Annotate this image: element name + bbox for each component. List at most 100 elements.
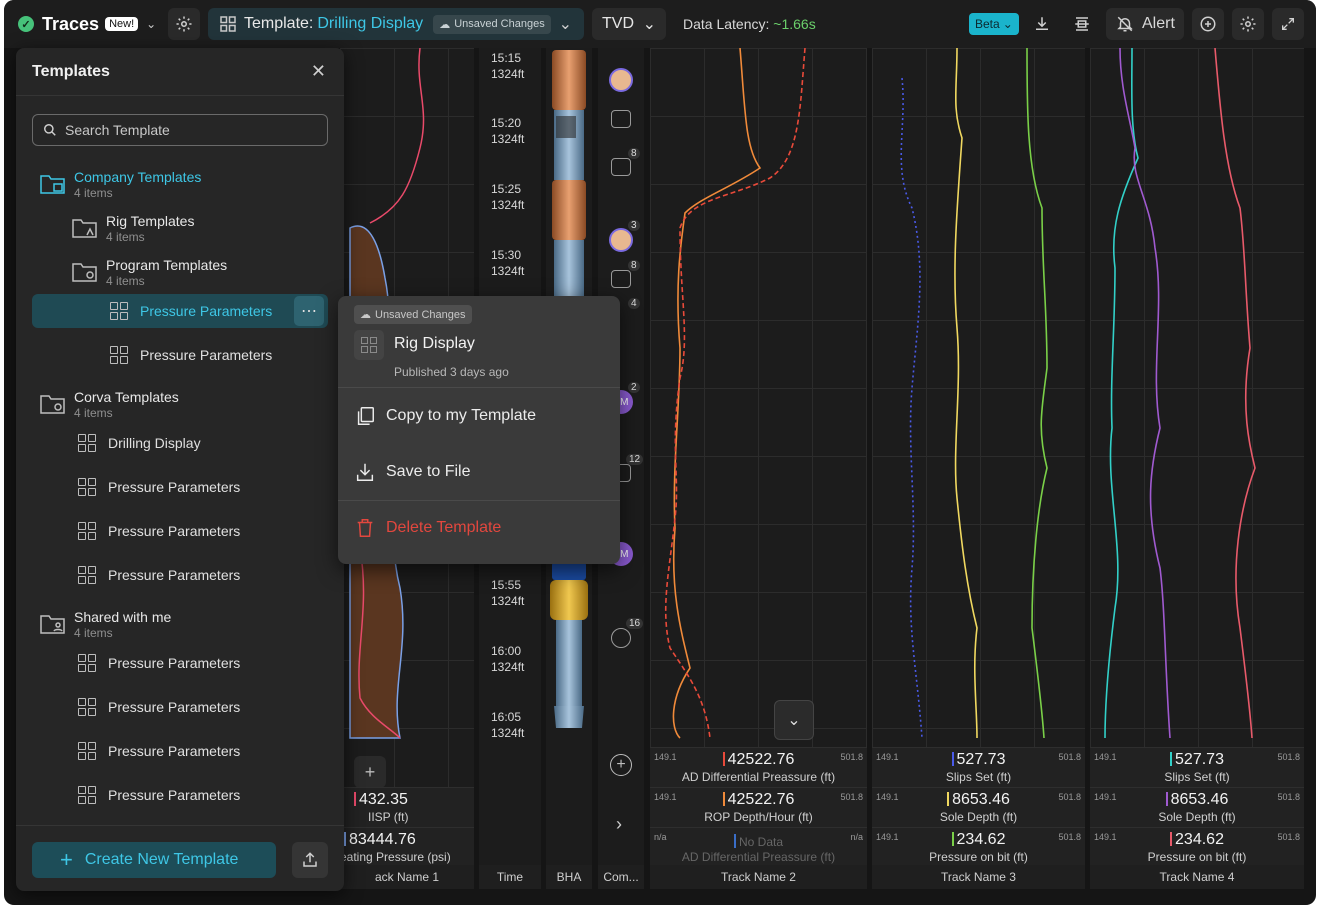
template-name: Pressure Parameters [108, 655, 241, 671]
track-2-readout-1[interactable]: 149.1 501.8 42522.76 AD Differential Pre… [650, 747, 867, 787]
expand-icon [1282, 18, 1294, 30]
template-item[interactable]: Pressure Parameters [110, 339, 272, 371]
time-tick: 15:30 1324ft [491, 247, 524, 279]
template-item[interactable]: Pressure Parameters [78, 559, 240, 591]
search-icon [44, 124, 56, 136]
upload-button[interactable] [292, 842, 328, 878]
comment-icon[interactable] [611, 110, 631, 128]
time-column-name: Time [496, 870, 524, 884]
avatar[interactable] [609, 68, 633, 92]
track-4: 149.1 501.8 527.73 Slips Set (ft) 149.1 … [1090, 48, 1304, 889]
bha-column-name: BHA [556, 870, 582, 884]
menu-item-label: Save to File [386, 463, 471, 480]
track-4-readout-1[interactable]: 149.1 501.8 527.73 Slips Set (ft) [1090, 747, 1304, 787]
color-swatch [733, 834, 736, 848]
color-swatch [1170, 832, 1173, 846]
add-button[interactable] [1192, 8, 1224, 40]
fullscreen-button[interactable] [1272, 8, 1304, 40]
track-3-name: Track Name 3 [941, 870, 1016, 884]
folder-program-templates[interactable]: Program Templates 4 items [72, 256, 227, 288]
template-item[interactable]: Pressure Parameters [78, 779, 240, 811]
template-item[interactable]: Pressure Parameters [78, 471, 240, 503]
track-4-readout-3[interactable]: 149.1 501.8 234.62 Pressure on bit (ft) [1090, 827, 1304, 867]
add-comment-button[interactable]: + [610, 754, 632, 776]
track-2-readout-2[interactable]: 149.1 501.8 42522.76 ROP Depth/Hour (ft) [650, 787, 867, 827]
template-item[interactable]: Drilling Display [78, 427, 201, 459]
folder-count: 4 items [74, 406, 113, 420]
delete-template-item[interactable]: Delete Template [354, 512, 501, 544]
chevron-down-icon: ⌄ [1002, 17, 1013, 31]
template-item[interactable]: Pressure Parameters [110, 295, 272, 327]
grid-icon [110, 302, 128, 320]
download-icon [356, 463, 374, 481]
context-template-title: Rig Display [394, 335, 475, 352]
grid-icon [78, 566, 96, 584]
copy-to-my-template-item[interactable]: Copy to my Template [354, 400, 536, 432]
create-new-template-button[interactable]: + Create New Template [32, 842, 276, 878]
download-button[interactable] [1026, 8, 1058, 40]
close-icon[interactable]: ✕ [311, 61, 326, 82]
time-label: 15:20 [491, 116, 522, 130]
app-switcher[interactable]: ✓ Traces New! ⌄ [18, 14, 156, 35]
depth-mode-dropdown[interactable]: TVD ⌄ [592, 8, 666, 40]
folder-shared-with-me[interactable]: Shared with me 4 items [40, 608, 171, 640]
app-name: Traces [42, 13, 100, 34]
readout-name: ROP Depth/Hour (ft) [704, 810, 813, 824]
beta-toggle[interactable]: Beta ⌄ [969, 13, 1019, 35]
template-name: Pressure Parameters [108, 567, 241, 583]
folder-rig-templates[interactable]: Rig Templates 4 items [72, 212, 194, 244]
template-item[interactable]: Pressure Parameters [78, 515, 240, 547]
app-settings-button[interactable] [1232, 8, 1264, 40]
color-swatch [947, 792, 950, 806]
top-bar: ✓ Traces New! ⌄ Template: Drilling Displ… [4, 0, 1316, 48]
time-label: 15:25 [491, 182, 522, 196]
search-input[interactable]: Search Template [32, 114, 328, 146]
folder-company-templates[interactable]: Company Templates 4 items [40, 168, 201, 200]
trash-icon [357, 519, 373, 537]
data-latency: Data Latency: ~1.66s [683, 16, 816, 32]
template-name: Pressure Parameters [140, 303, 273, 319]
readout-value: 42522.76 [727, 791, 795, 808]
avatar[interactable] [609, 228, 633, 252]
more-options-button[interactable]: ⋯ [294, 296, 324, 326]
template-item[interactable]: Pressure Parameters [78, 691, 240, 723]
template-selector[interactable]: Template: Drilling Display ☁ Unsaved Chan… [208, 8, 584, 40]
template-item[interactable]: Pressure Parameters [78, 647, 240, 679]
track-1-readout-2-value: 83444.76 [340, 831, 474, 849]
color-swatch [1170, 752, 1173, 766]
template-item[interactable]: Pressure Parameters [78, 735, 240, 767]
layout-button[interactable] [1066, 8, 1098, 40]
track-3-readout-3[interactable]: 149.1 501.8 234.62 Pressure on bit (ft) [872, 827, 1085, 867]
comments-column-footer: Com... [598, 865, 644, 889]
track-3-readout-1[interactable]: 149.1 501.8 527.73 Slips Set (ft) [872, 747, 1085, 787]
track-2-readout-3[interactable]: n/a n/a No Data AD Differential Preassur… [650, 827, 867, 867]
readout-value: 527.73 [1175, 751, 1224, 768]
time-tick: 15:25 1324ft [491, 181, 524, 213]
readout-value: No Data [738, 835, 784, 849]
track-2-name: Track Name 2 [721, 870, 796, 884]
comment-icon[interactable] [611, 158, 631, 176]
time-label: 15:30 [491, 248, 522, 262]
message-icon[interactable] [611, 628, 631, 648]
track-3-readout-2[interactable]: 149.1 501.8 8653.46 Sole Depth (ft) [872, 787, 1085, 827]
readout-name: Sole Depth (ft) [939, 810, 1018, 824]
latency-value: ~1.66s [773, 16, 816, 32]
chevron-right-icon[interactable]: › [616, 814, 622, 835]
track-4-footer: Track Name 4 [1090, 865, 1304, 889]
chevron-down-icon: ⌄ [558, 16, 572, 33]
rig-icon[interactable] [611, 270, 631, 288]
readout-value: 234.62 [1175, 831, 1224, 848]
template-name: Drilling Display [317, 15, 424, 32]
save-to-file-item[interactable]: Save to File [354, 456, 470, 488]
alert-button[interactable]: Alert [1106, 8, 1184, 40]
download-icon [1036, 17, 1048, 30]
bell-off-icon [1117, 16, 1133, 32]
add-curve-button[interactable]: + [354, 756, 386, 788]
settings-button[interactable] [168, 8, 200, 40]
track-4-readout-2[interactable]: 149.1 501.8 8653.46 Sole Depth (ft) [1090, 787, 1304, 827]
scroll-down-button[interactable]: ⌄ [774, 700, 814, 740]
folder-name: Rig Templates [106, 213, 195, 229]
folder-corva-templates[interactable]: Corva Templates 4 items [40, 388, 179, 420]
track-2-plot [664, 48, 806, 739]
depth-mode-value: TVD [602, 15, 634, 32]
